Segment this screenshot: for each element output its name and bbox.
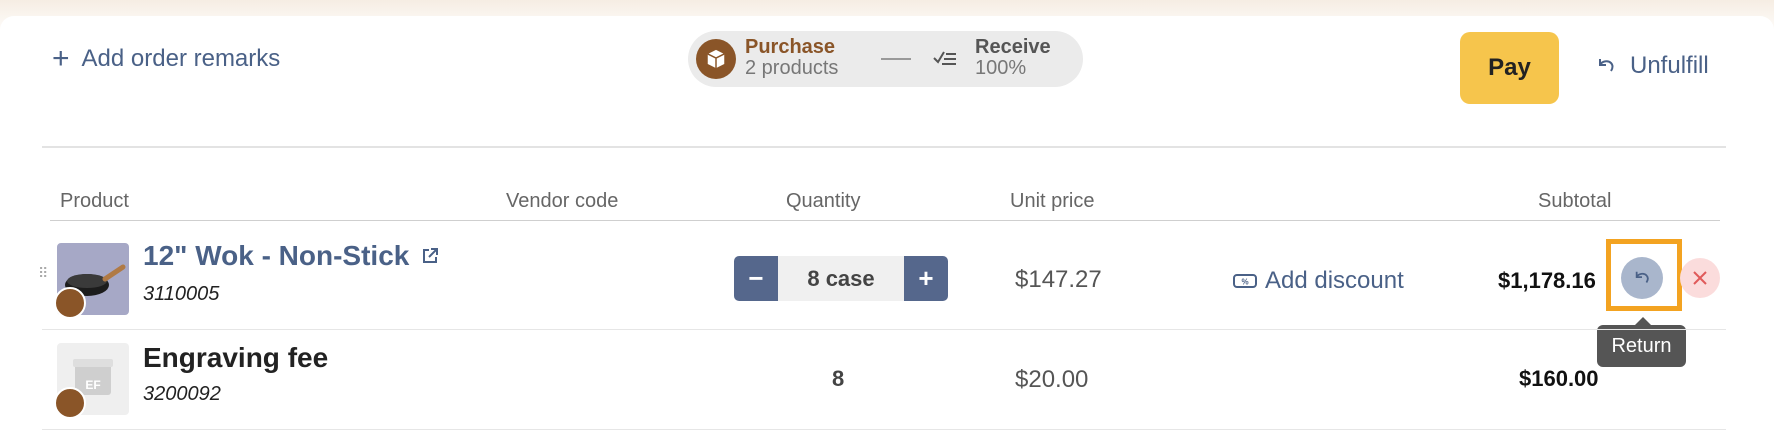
purchase-step-title: Purchase: [745, 36, 836, 58]
column-header-unit-price: Unit price: [1010, 190, 1095, 212]
order-status-pill: Purchase 2 products Receive 100%: [688, 31, 1083, 87]
purchase-step: Purchase 2 products: [745, 36, 838, 79]
decrease-quantity-button[interactable]: −: [734, 256, 778, 301]
step-connector: [881, 58, 911, 60]
column-header-quantity: Quantity: [786, 190, 861, 212]
svg-text:%: %: [1241, 278, 1248, 287]
section-divider: [42, 146, 1726, 148]
product-name: 12" Wok - Non-Stick: [143, 240, 410, 271]
product-sku: 3200092: [143, 383, 221, 405]
quantity-value: 8: [832, 366, 845, 391]
thumbnail-initials: EF: [85, 378, 100, 392]
increase-quantity-button[interactable]: +: [904, 256, 948, 301]
column-header-product: Product: [60, 190, 129, 212]
add-discount-button[interactable]: % Add discount: [1233, 267, 1404, 295]
unfulfill-label: Unfulfill: [1630, 52, 1709, 79]
checklist-icon: [932, 47, 958, 74]
unfulfill-button[interactable]: Unfulfill: [1596, 52, 1709, 80]
undo-icon: [1635, 271, 1649, 283]
product-name: Engraving fee: [143, 342, 329, 373]
row-subtotal: $1,178.16: [1498, 268, 1596, 293]
quantity-value[interactable]: 8 case: [778, 256, 904, 301]
column-header-subtotal: Subtotal: [1538, 190, 1612, 212]
row-divider: [42, 429, 1726, 430]
vendor-avatar: [54, 287, 86, 319]
unit-price: $147.27: [1015, 266, 1102, 293]
remove-item-button[interactable]: [1680, 258, 1720, 298]
add-discount-label: Add discount: [1265, 267, 1404, 294]
return-button[interactable]: [1621, 257, 1663, 299]
pay-button[interactable]: Pay: [1460, 32, 1559, 104]
header-divider: [50, 220, 1720, 221]
drag-handle-icon[interactable]: ⠿: [38, 266, 49, 280]
product-sku: 3110005: [143, 283, 220, 305]
add-order-remarks-label: Add order remarks: [81, 45, 281, 72]
package-icon: [696, 39, 736, 79]
vendor-avatar: [54, 387, 86, 419]
receive-step-title: Receive: [975, 36, 1051, 58]
receive-step: Receive 100%: [975, 36, 1051, 79]
purchase-step-count: 2 products: [745, 57, 839, 79]
row-subtotal: $160.00: [1519, 366, 1599, 391]
receive-step-percent: 100%: [975, 57, 1027, 79]
unit-price: $20.00: [1015, 366, 1089, 393]
add-order-remarks-button[interactable]: + Add order remarks: [52, 44, 280, 74]
discount-tag-icon: %: [1233, 274, 1257, 288]
undo-icon: [1599, 59, 1614, 72]
row-divider: [42, 329, 1726, 330]
plus-icon: +: [52, 42, 70, 75]
quantity-stepper: − 8 case +: [734, 256, 948, 301]
product-name-link[interactable]: 12" Wok - Non-Stick: [143, 240, 439, 272]
return-tooltip: Return: [1597, 317, 1686, 367]
external-link-icon: [423, 248, 439, 263]
column-header-vendor-code: Vendor code: [506, 190, 619, 212]
close-icon: [1693, 271, 1707, 285]
